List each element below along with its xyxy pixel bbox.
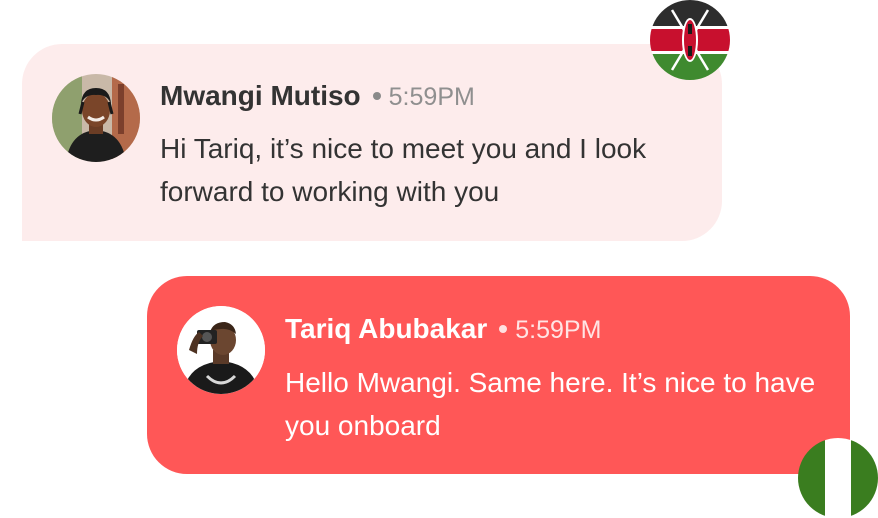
kenya-flag-icon [650,0,730,80]
message-bubble-received: Mwangi Mutiso 5:59PM Hi Tariq, it’s nice … [22,44,722,241]
nigeria-flag-icon [798,438,878,518]
avatar-photo [52,74,140,162]
message-text: Hello Mwangi. Same here. It’s nice to ha… [285,367,816,441]
avatar-photo [177,306,265,394]
message-bubble-sent: Tariq Abubakar 5:59PM Hello Mwangi. Same … [147,276,850,474]
separator-dot [499,324,508,333]
sender-name: Tariq Abubakar [285,313,488,344]
sender-name: Mwangi Mutiso [160,80,361,111]
message-header: Mwangi Mutiso 5:59PM [160,79,475,114]
message-text: Hi Tariq, it’s nice to meet you and I lo… [160,133,647,207]
message-header: Tariq Abubakar 5:59PM [285,312,601,347]
avatar[interactable] [177,306,265,394]
message-time: 5:59PM [388,83,475,111]
separator-dot [372,91,381,100]
avatar[interactable] [52,74,140,162]
message-time: 5:59PM [515,316,602,344]
